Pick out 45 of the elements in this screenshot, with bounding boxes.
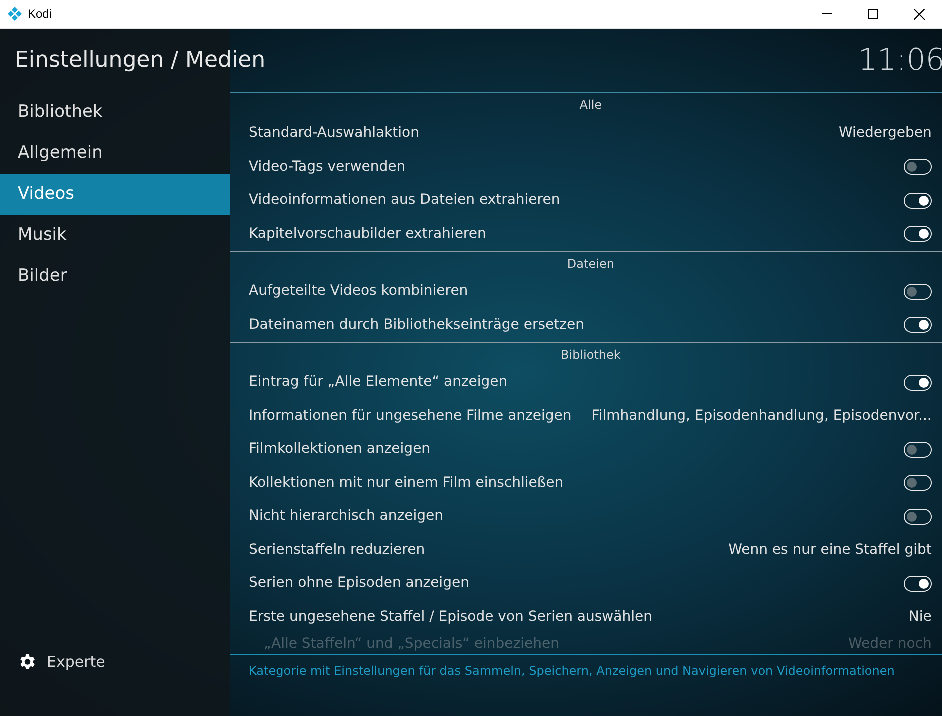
setting-label: Serienstaffeln reduzieren (249, 540, 426, 560)
sidebar-item[interactable]: Allgemein (0, 133, 230, 174)
setting-label: Erste ungesehene Staffel / Episode von Serien auswählen (249, 608, 652, 627)
clock: 11:06 (858, 42, 942, 80)
section-header: Dateien (567, 256, 614, 272)
toggle-switch[interactable] (904, 374, 932, 391)
toggle-switch[interactable] (904, 576, 932, 592)
maximize-icon[interactable] (868, 9, 878, 19)
setting-label: Aufgeteilte Videos kombinieren (249, 282, 468, 302)
setting-label: Dateinamen durch Bibliothekseinträge ersetzen (249, 316, 584, 335)
sidebar-item[interactable]: Bilder (0, 256, 230, 297)
setting-label: Informationen für ungesehene Filme anzeigen (249, 406, 572, 426)
setting-value[interactable]: Wiedergeben (838, 123, 932, 144)
page-title: Einstellungen / Medien (15, 46, 266, 74)
setting-label: Serien ohne Episoden anzeigen (249, 574, 470, 594)
setting-value[interactable]: Wenn es nur eine Staffel gibt (728, 540, 932, 561)
section-header: Alle (580, 97, 602, 114)
setting-label: Eintrag für „Alle Elemente“ anzeigen (249, 373, 508, 392)
settings-level-button[interactable]: Experte (0, 642, 230, 682)
toggle-switch[interactable] (904, 284, 932, 300)
toggle-switch[interactable] (904, 159, 932, 176)
setting-value[interactable]: Filmhandlung, Episodenhandlung, Episodenvor... (592, 406, 932, 427)
setting-label: Video-Tags verwenden (249, 158, 406, 177)
setting-label: Nicht hierarchisch anzeigen (249, 507, 444, 526)
close-icon[interactable] (914, 8, 925, 20)
toggle-switch[interactable] (904, 192, 932, 209)
window-title: Kodi (28, 6, 52, 23)
toggle-switch[interactable] (904, 226, 932, 242)
setting-label: Videoinformationen aus Dateien extrahieren (249, 191, 560, 210)
setting-value[interactable]: Nie (908, 606, 932, 628)
setting-label: Filmkollektionen anzeigen (249, 440, 431, 460)
setting-label: Standard-Auswahlaktion (249, 124, 420, 144)
setting-label: „Alle Staffeln“ und „Specials“ einbeziehen (263, 635, 560, 654)
sidebar-item[interactable]: Videos (0, 174, 230, 215)
app-logo-icon (8, 7, 22, 21)
section-header: Bibliothek (561, 346, 621, 364)
description-text: Kategorie mit Einstellungen für das Sammeln, Speichern, Anzeigen und Navigieren von Videoinformationen (249, 664, 895, 678)
setting-label: Kollektionen mit nur einem Film einschließen (249, 474, 564, 493)
toggle-switch[interactable] (904, 508, 932, 525)
toggle-switch[interactable] (904, 442, 932, 458)
setting-label: Kapitelvorschaubilder extrahieren (249, 224, 486, 244)
toggle-switch[interactable] (904, 317, 932, 334)
toggle-switch[interactable] (904, 475, 932, 492)
sidebar-item[interactable]: Musik (0, 215, 230, 256)
sidebar-item[interactable]: Bibliothek (0, 92, 230, 133)
